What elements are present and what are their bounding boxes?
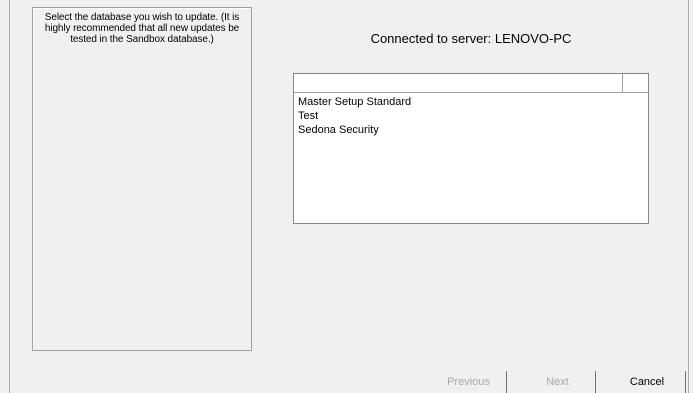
instructions-panel: Select the database you wish to update. … <box>32 7 252 351</box>
column-header-name[interactable] <box>294 74 623 92</box>
list-item-master-setup-standard[interactable]: Master Setup Standard <box>298 95 648 109</box>
database-items: Master Setup Standard Test Sedona Securi… <box>294 93 648 137</box>
instructions-text: Select the database you wish to update. … <box>44 12 240 45</box>
server-connection-label: Connected to server: LENOVO-PC <box>370 31 572 46</box>
list-item-sedona-security[interactable]: Sedona Security <box>298 123 648 137</box>
next-button[interactable]: Next <box>520 371 596 393</box>
database-listview[interactable]: Master Setup Standard Test Sedona Securi… <box>293 73 649 224</box>
list-item-test[interactable]: Test <box>298 109 648 123</box>
cancel-button[interactable]: Cancel <box>609 371 686 393</box>
list-header <box>294 74 648 93</box>
column-header-extra[interactable] <box>624 74 648 92</box>
previous-button[interactable]: Previous <box>431 371 507 393</box>
